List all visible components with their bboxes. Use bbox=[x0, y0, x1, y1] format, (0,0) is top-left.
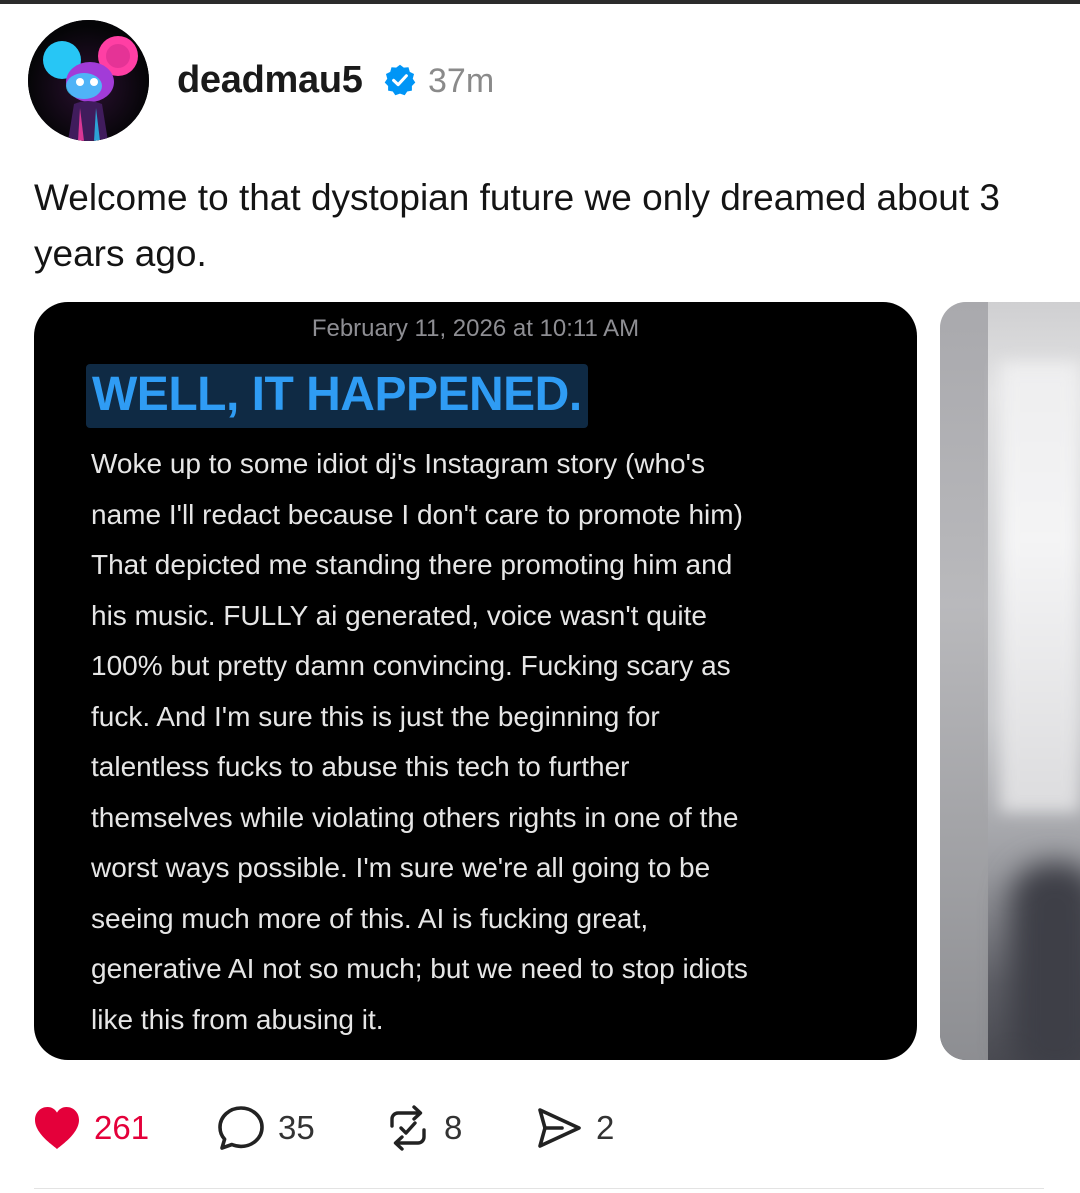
like-count: 261 bbox=[94, 1109, 150, 1146]
share-count: 2 bbox=[596, 1109, 615, 1146]
note-line: fuck. And I'm sure this is just the begi… bbox=[91, 700, 660, 732]
note-line: themselves while violating others rights… bbox=[91, 801, 739, 833]
top-divider bbox=[0, 0, 1080, 4]
share-button[interactable]: 2 bbox=[534, 1100, 614, 1156]
comment-count: 35 bbox=[278, 1109, 315, 1146]
note-line: talentless fucks to abuse this tech to f… bbox=[91, 751, 630, 782]
note-line: name I'll redact because I don't care to… bbox=[91, 498, 743, 530]
note-line: generative AI not so much; but we need t… bbox=[91, 953, 748, 984]
note-line: his music. FULLY ai generated, voice was… bbox=[91, 599, 707, 631]
repost-count: 8 bbox=[444, 1109, 463, 1146]
comment-icon bbox=[218, 1106, 264, 1150]
heart-icon bbox=[35, 1107, 79, 1149]
screenshot-image-card[interactable]: February 11, 2026 at 10:11 AM WELL, IT H… bbox=[34, 302, 917, 1060]
repost-button[interactable]: 8 bbox=[384, 1100, 462, 1156]
note-body: Woke up to some idiot dj's Instagram sto… bbox=[91, 439, 881, 1045]
note-line: That depicted me standing there promotin… bbox=[91, 549, 733, 580]
share-icon bbox=[538, 1108, 581, 1148]
note-line: like this from abusing it. bbox=[91, 1003, 384, 1035]
action-bar: 261 35 8 2 bbox=[0, 1100, 1080, 1156]
username[interactable]: deadmau5 bbox=[177, 56, 363, 104]
like-button[interactable]: 261 bbox=[32, 1100, 149, 1156]
verified-badge-icon bbox=[384, 64, 416, 96]
note-line: worst ways possible. I'm sure we're all … bbox=[91, 852, 711, 883]
note-line: Woke up to some idiot dj's Instagram sto… bbox=[91, 448, 705, 479]
bottom-divider bbox=[34, 1188, 1044, 1189]
note-line: 100% but pretty damn convincing. Fucking… bbox=[91, 650, 731, 681]
note-title: WELL, IT HAPPENED. bbox=[86, 364, 588, 428]
note-date: February 11, 2026 at 10:11 AM bbox=[311, 315, 640, 342]
note-line: seeing much more of this. AI is fucking … bbox=[91, 902, 649, 934]
comment-button[interactable]: 35 bbox=[216, 1100, 315, 1156]
repost-icon bbox=[390, 1105, 426, 1151]
post-timestamp: 37m bbox=[428, 62, 495, 100]
avatar[interactable] bbox=[28, 20, 149, 141]
next-image-preview[interactable] bbox=[940, 302, 1080, 1060]
post-caption: Welcome to that dystopian future we only… bbox=[34, 177, 1000, 274]
